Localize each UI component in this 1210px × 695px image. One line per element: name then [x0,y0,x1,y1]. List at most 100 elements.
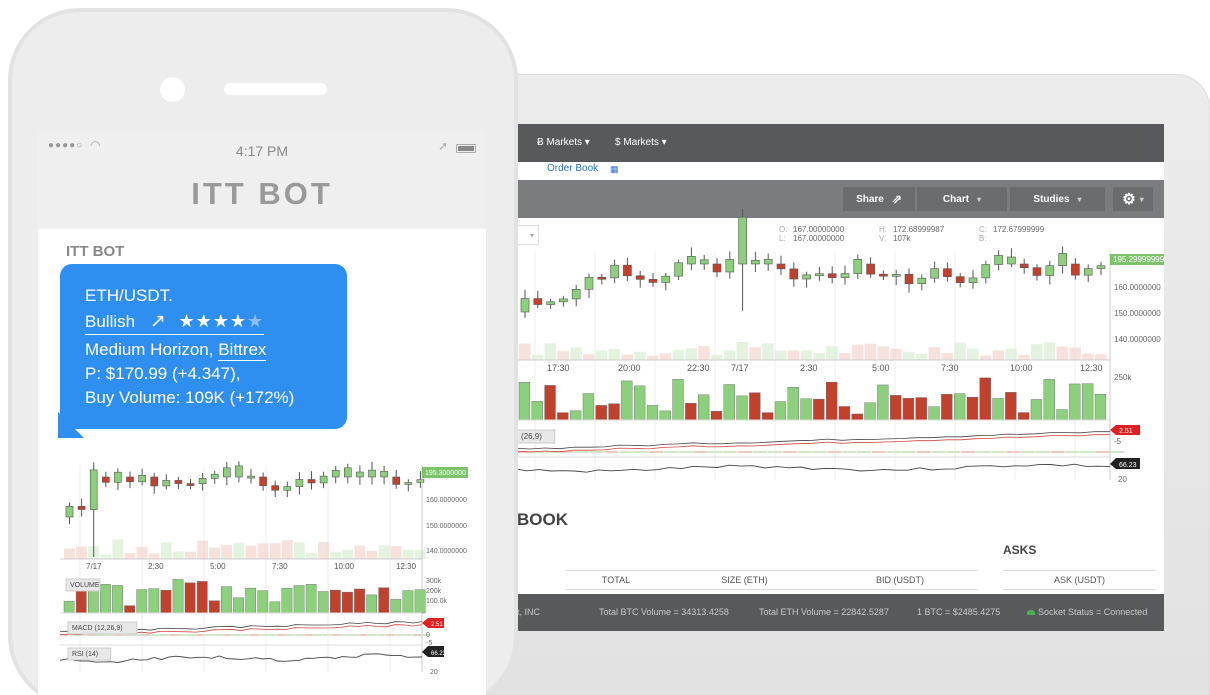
panel-label: RSI (14) [72,651,98,658]
candle-bear [271,485,279,491]
col-ask[interactable]: ASK (USDT) [1003,570,1156,590]
time-axis-label: 7:30 [941,363,959,373]
volume-bar [992,398,1004,421]
candle-bull [917,277,927,284]
tablet-candlestick-chart[interactable]: 160.0000000 150.0000000 140.0000000 195.299… [515,124,1164,494]
candle-bear [126,476,134,483]
volume-bar [800,398,812,421]
volume-shadow [903,352,915,360]
volume-bar [633,385,646,421]
volume-shadow [100,554,112,559]
status-bar: t, INC Total BTC Volume = 34313.4258 Tot… [515,594,1164,631]
volume-shadow [306,552,317,559]
volume-bar [366,594,377,614]
rsi-line [59,653,423,663]
volume-bar [317,591,329,614]
macd-histogram-bar [340,634,350,636]
volume-bar [1030,399,1043,421]
volume-bar [941,394,953,421]
volume-shadow [1043,342,1056,360]
volume-bar [100,584,111,614]
macd-histogram-bar [574,451,589,453]
volume-shadow [402,549,414,559]
volume-bar [723,384,735,421]
col-size[interactable]: SIZE (ETH) [667,570,822,590]
volume-shadow [366,550,378,559]
macd-histogram-bar [976,451,991,453]
time-axis-label: 10:00 [334,562,355,571]
macd-histogram-bar [1050,451,1065,453]
volume-shadow [209,547,221,559]
candle-bull [584,276,594,290]
volume-bar [813,398,825,421]
volume-bar [305,584,317,614]
eth-volume: Total ETH Volume = 22842.5287 [759,607,889,617]
volume-bar [221,586,232,614]
macd-histogram-bar [738,451,753,453]
volume-shadow [1031,344,1043,360]
macd-histogram-bar [827,451,842,453]
volume-shadow [826,346,838,360]
volume-bar [136,589,148,614]
candle-bull [751,260,760,265]
volume-shadow [136,546,148,559]
candle-bull [247,475,255,479]
volume-bar [354,588,365,614]
candle-bull [235,465,243,478]
volume-shadow [749,347,761,360]
macd-histogram-bar [231,634,241,636]
volume-bar [1094,394,1107,421]
volume-shadow [621,354,633,360]
volume-shadow [281,540,293,559]
macd-histogram-bar [295,634,304,636]
volume-bar [342,591,353,614]
volume-bar [160,590,172,614]
time-axis-label: 2:30 [800,363,818,373]
rsi-axis-label: 20 [430,669,438,676]
macd-histogram-bar [204,634,214,636]
candle-bear [635,275,645,280]
volume-shadow [1095,354,1107,360]
candle-bear [623,264,632,277]
volume-axis-label: 250k [1114,373,1132,382]
macd-histogram-bar [277,634,286,636]
wifi-icon [1027,610,1035,615]
macd-histogram-bar [872,451,887,453]
volume-bar [685,403,697,421]
volume-bar [659,410,671,421]
time-axis-label: 17:30 [547,363,570,373]
volume-bar [112,585,123,614]
macd-histogram-bar [901,451,916,453]
panel-label: MACD (12,26,9) [72,625,123,632]
candle-bull [891,273,901,277]
candle-bull [1083,268,1093,276]
macd-histogram-bar [358,634,368,636]
candle-bull [114,471,122,483]
macd-histogram-bar [753,451,768,453]
candle-bull [725,259,735,273]
phone-candlestick-chart[interactable]: 160.0000000 150.0000000 140.0000000 195.300… [38,132,486,695]
candle-bull [559,298,568,303]
col-bid[interactable]: BID (USDT) [822,570,978,590]
macd-histogram-bar [213,634,223,636]
candle-bear [866,263,875,275]
candle-bull [968,277,978,283]
volume-bar [402,590,414,614]
volume-bar [890,395,902,421]
candle-bull [687,256,696,265]
macd-histogram-bar [268,634,277,636]
candle-bull [65,505,74,518]
volume-bar [293,585,305,614]
col-total[interactable]: TOTAL [565,570,667,590]
candle-bull [571,288,581,300]
volume-axis-label: 300k [426,578,442,585]
candle-bull [853,259,863,274]
last-price-label: 195.3000000 [425,470,466,477]
macd-histogram-bar [394,634,404,636]
volume-shadow [544,343,557,360]
candle-bull [1045,265,1055,276]
candle-bull [815,273,824,277]
volume-shadow [570,347,582,360]
volume-shadow [595,350,608,360]
volume-shadow [160,542,172,559]
